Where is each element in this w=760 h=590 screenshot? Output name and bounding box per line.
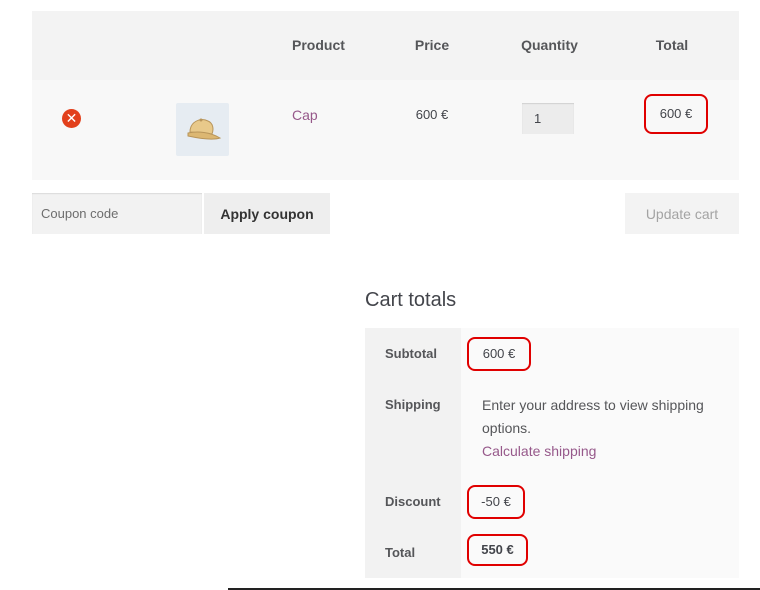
column-header-total: Total [655, 37, 689, 53]
discount-label: Discount [385, 494, 441, 509]
column-header-quantity: Quantity [521, 37, 578, 53]
cart-table-header: Product Price Quantity Total [32, 11, 739, 80]
update-cart-button[interactable]: Update cart [625, 193, 739, 234]
apply-coupon-button[interactable]: Apply coupon [204, 193, 330, 234]
order-total-value-highlighted: 550 € [467, 534, 528, 566]
cart-totals-title: Cart totals [365, 289, 457, 311]
order-total-label: Total [385, 545, 416, 560]
cart-item-row: ✕ Cap 600 € 600 € [32, 80, 739, 180]
coupon-code-input[interactable] [32, 193, 202, 234]
order-total-row: Total 550 € [365, 528, 739, 578]
subtotal-label: Subtotal [385, 346, 437, 361]
product-thumbnail[interactable] [176, 103, 229, 156]
calculate-shipping-link[interactable]: Calculate shipping [482, 440, 722, 463]
shipping-text: Enter your address to view shipping opti… [482, 397, 704, 436]
subtotal-row: Subtotal 600 € [365, 328, 739, 378]
quantity-input[interactable] [522, 103, 574, 134]
product-name-link[interactable]: Cap [292, 107, 318, 123]
cap-icon [187, 118, 222, 140]
remove-item-button[interactable]: ✕ [62, 109, 81, 128]
remove-circle-icon: ✕ [65, 110, 78, 126]
discount-value-highlighted: -50 € [467, 485, 525, 519]
shipping-row: Shipping Enter your address to view ship… [365, 378, 739, 476]
column-header-price: Price [414, 37, 450, 53]
discount-row: Discount -50 € [365, 476, 739, 528]
product-subtotal-highlighted: 600 € [644, 94, 708, 134]
column-header-product: Product [292, 37, 345, 53]
subtotal-value-highlighted: 600 € [467, 337, 531, 371]
product-price: 600 € [415, 107, 449, 122]
shipping-info: Enter your address to view shipping opti… [482, 394, 722, 463]
shipping-label: Shipping [385, 397, 441, 412]
